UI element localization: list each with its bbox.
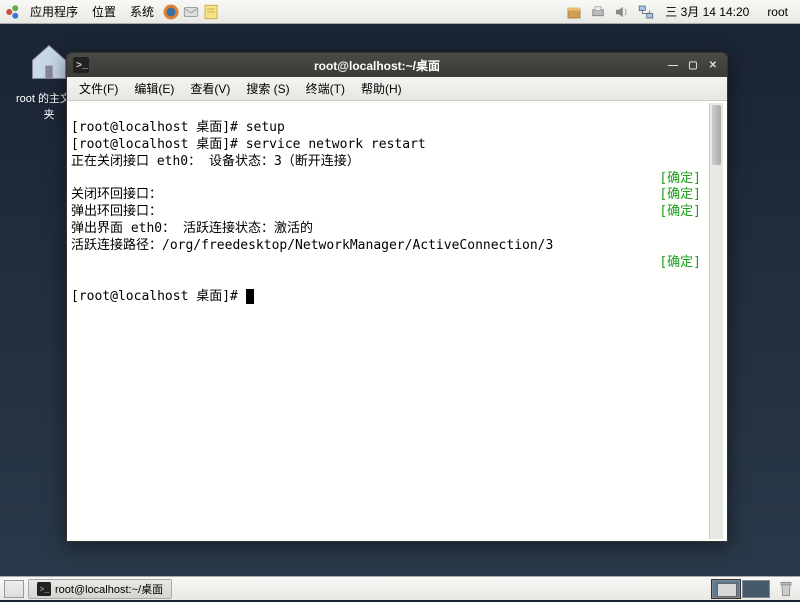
menu-applications[interactable]: 应用程序 [24, 1, 84, 22]
printer-icon[interactable] [589, 3, 607, 21]
top-panel-right: 三 3月 14 14:20 root [565, 3, 796, 21]
menu-help[interactable]: 帮助(H) [353, 78, 410, 99]
term-line: 活跃连接路径：/org/freedesktop/NetworkManager/A… [71, 238, 553, 253]
window-title: root@localhost:~/桌面 [93, 57, 661, 74]
clock[interactable]: 三 3月 14 14:20 [661, 3, 753, 20]
term-line: [确定] [71, 255, 709, 272]
term-line: 关闭环回接口：[确定] [71, 187, 709, 204]
svg-text:>_: >_ [76, 61, 89, 72]
mail-icon[interactable] [182, 3, 200, 21]
term-line: 正在关闭接口 eth0： 设备状态：3（断开连接） [71, 154, 360, 169]
taskbar-label: root@localhost:~/桌面 [55, 581, 163, 597]
firefox-icon[interactable] [162, 3, 180, 21]
workspace-1[interactable] [712, 580, 740, 598]
maximize-button[interactable]: ▢ [685, 57, 701, 73]
workspace-2[interactable] [742, 580, 770, 598]
terminal-app-icon: >_ [73, 57, 89, 73]
trash-icon[interactable] [776, 579, 796, 599]
close-button[interactable]: ✕ [705, 57, 721, 73]
top-panel-left: 应用程序 位置 系统 [4, 1, 220, 22]
menu-edit[interactable]: 编辑(E) [126, 78, 182, 99]
taskbar-terminal[interactable]: >_ root@localhost:~/桌面 [28, 579, 172, 599]
term-line: [root@localhost 桌面]# setup [71, 120, 285, 135]
distro-logo-icon [4, 3, 22, 21]
terminal-window: >_ root@localhost:~/桌面 — ▢ ✕ 文件(F) 编辑(E)… [66, 52, 728, 542]
terminal-menubar: 文件(F) 编辑(E) 查看(V) 搜索 (S) 终端(T) 帮助(H) [67, 77, 727, 101]
scrollbar-thumb[interactable] [712, 105, 721, 165]
menu-search[interactable]: 搜索 (S) [238, 78, 297, 99]
menu-file[interactable]: 文件(F) [71, 78, 126, 99]
term-line: [确定] [71, 171, 709, 188]
volume-icon[interactable] [613, 3, 631, 21]
ok-status: [确定] [659, 255, 709, 272]
terminal-body[interactable]: [root@localhost 桌面]# setup [root@localho… [67, 101, 727, 541]
terminal-scrollbar[interactable] [709, 103, 723, 539]
terminal-task-icon: >_ [37, 582, 51, 596]
menu-view[interactable]: 查看(V) [182, 78, 238, 99]
bottom-panel: >_ root@localhost:~/桌面 [0, 576, 800, 600]
workspace-switcher [712, 580, 770, 598]
window-titlebar[interactable]: >_ root@localhost:~/桌面 — ▢ ✕ [67, 53, 727, 77]
term-line: 弹出环回接口：[确定] [71, 204, 709, 221]
terminal-output: [root@localhost 桌面]# setup [root@localho… [71, 103, 709, 539]
user-menu[interactable]: root [759, 5, 796, 19]
term-line: 弹出界面 eth0： 活跃连接状态：激活的 [71, 221, 313, 236]
menu-places[interactable]: 位置 [86, 1, 122, 22]
show-desktop-button[interactable] [4, 580, 24, 598]
term-line: [root@localhost 桌面]# service network res… [71, 137, 426, 152]
menu-terminal[interactable]: 终端(T) [298, 78, 353, 99]
network-icon[interactable] [637, 3, 655, 21]
package-update-icon[interactable] [565, 3, 583, 21]
cursor [246, 289, 254, 304]
ok-status: [确定] [659, 204, 709, 221]
ok-status: [确定] [659, 187, 709, 204]
notes-icon[interactable] [202, 3, 220, 21]
svg-text:>_: >_ [40, 585, 50, 594]
ok-status: [确定] [659, 171, 709, 188]
minimize-button[interactable]: — [665, 57, 681, 73]
top-panel: 应用程序 位置 系统 三 3月 14 14:20 root [0, 0, 800, 24]
menu-system[interactable]: 系统 [124, 1, 160, 22]
term-prompt: [root@localhost 桌面]# [71, 289, 254, 304]
